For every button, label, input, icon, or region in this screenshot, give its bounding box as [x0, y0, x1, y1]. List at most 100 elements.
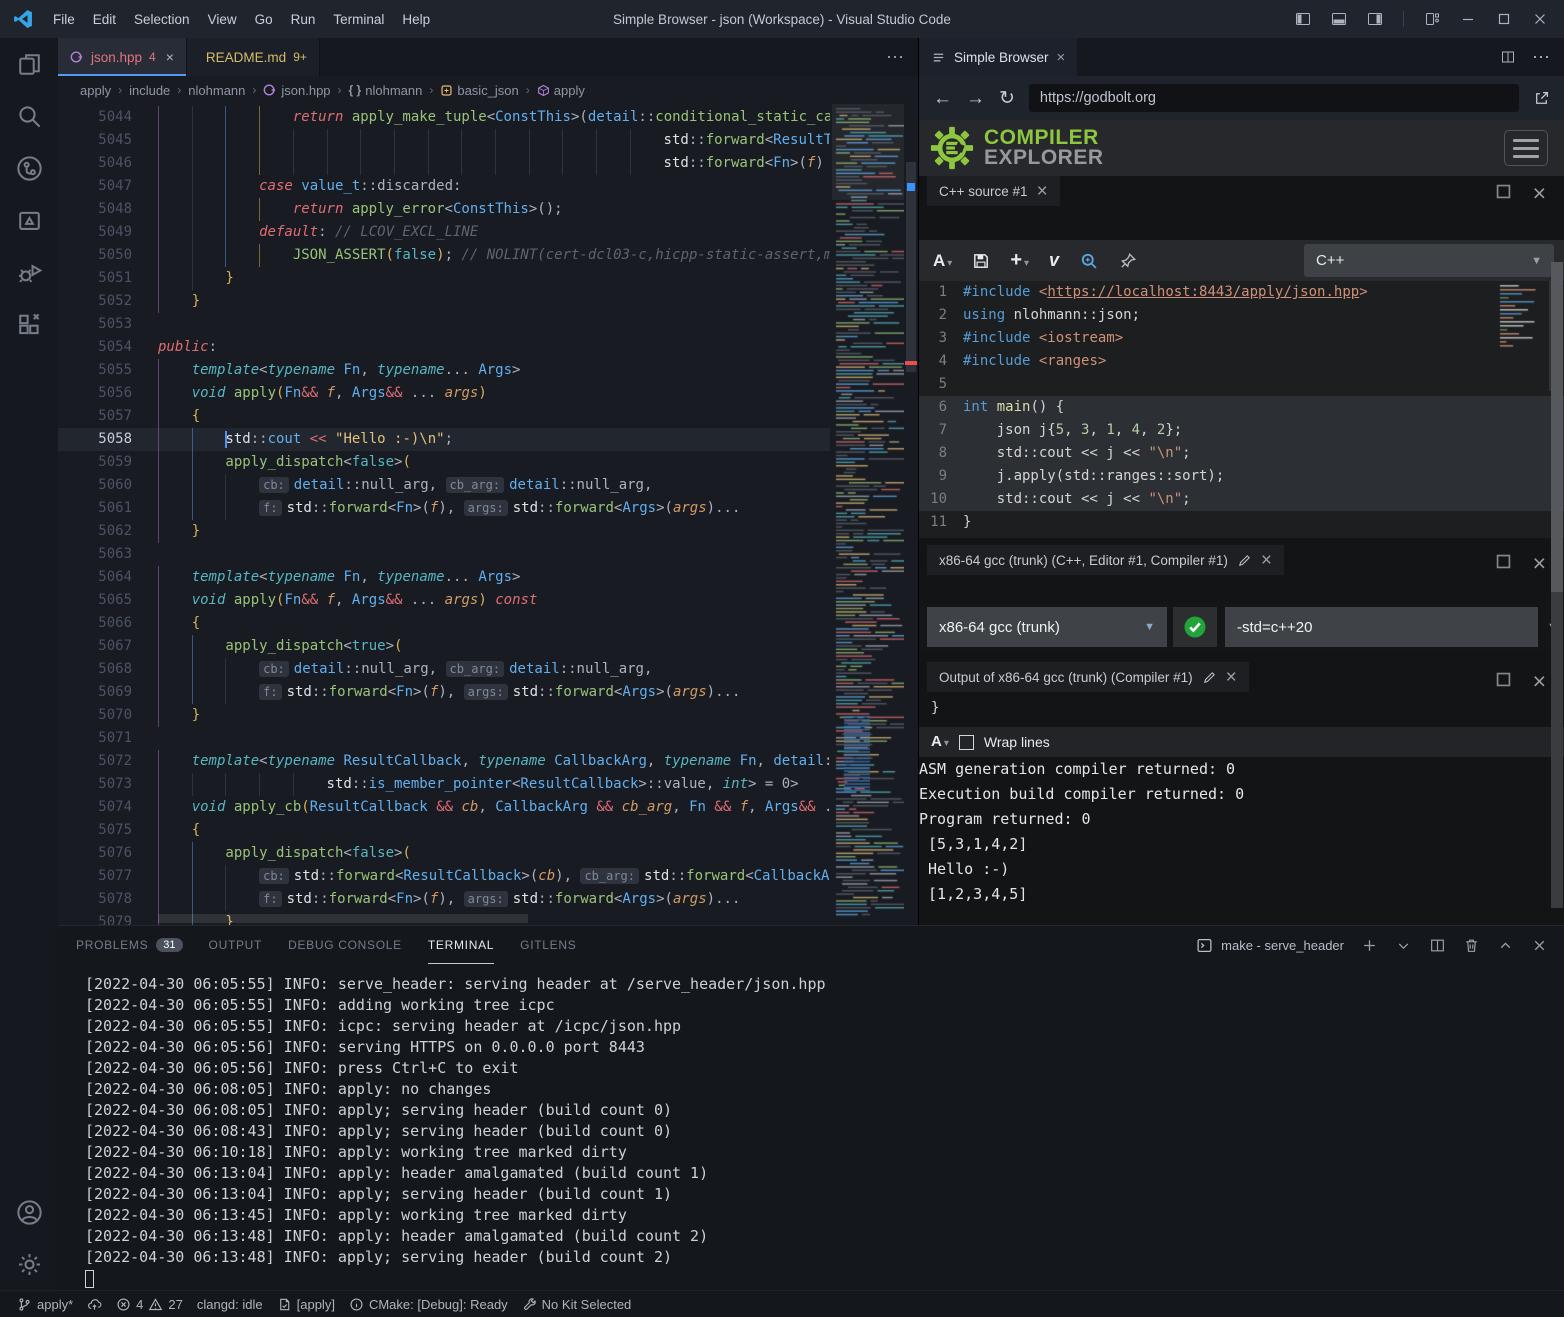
- close-icon[interactable]: ×: [1261, 551, 1272, 570]
- split-terminal-icon[interactable]: [1429, 937, 1446, 954]
- url-input[interactable]: https://godbolt.org: [1029, 84, 1519, 112]
- vim-toggle-icon[interactable]: v: [1049, 250, 1059, 271]
- close-pane-icon[interactable]: ×: [1533, 670, 1546, 693]
- problems-status[interactable]: 427: [109, 1291, 190, 1317]
- tab-README.md[interactable]: README.md9+: [187, 38, 320, 76]
- menu-edit[interactable]: Edit: [84, 8, 125, 31]
- back-icon[interactable]: ←: [933, 89, 952, 108]
- wrap-lines-checkbox[interactable]: [959, 735, 974, 750]
- edit-icon[interactable]: [1237, 553, 1252, 568]
- panel-tab-debug-console[interactable]: DEBUG CONSOLE: [288, 926, 402, 964]
- close-pane-icon[interactable]: ×: [1533, 552, 1546, 575]
- close-icon[interactable]: ×: [1057, 50, 1066, 65]
- menu-go[interactable]: Go: [246, 8, 282, 31]
- tab-json.hpp[interactable]: json.hpp4×: [58, 38, 187, 76]
- cmake-project[interactable]: [apply]: [270, 1291, 342, 1317]
- compiler-pane-tab[interactable]: x86-64 gcc (trunk) (C++, Editor #1, Comp…: [927, 545, 1284, 575]
- sync-status[interactable]: [80, 1291, 109, 1317]
- compiler-options-input[interactable]: -std=c++20: [1225, 607, 1538, 647]
- editor-scrollbar[interactable]: [904, 104, 918, 925]
- breadcrumb-include[interactable]: include: [129, 83, 170, 98]
- reload-icon[interactable]: ↻: [999, 89, 1015, 108]
- compiler-select[interactable]: x86-64 gcc (trunk) ▼: [927, 607, 1167, 647]
- panel-tab-gitlens[interactable]: GITLENS: [520, 926, 576, 964]
- tab-simple-browser[interactable]: Simple Browser ×: [919, 38, 1077, 76]
- split-editor-icon[interactable]: [1500, 49, 1516, 65]
- code-editor[interactable]: 5044return apply_make_tuple<ConstThis>(d…: [58, 104, 918, 925]
- menu-view[interactable]: View: [199, 8, 246, 31]
- menu-selection[interactable]: Selection: [125, 8, 199, 31]
- activity-account[interactable]: [0, 1186, 58, 1238]
- breadcrumb-nlohmann[interactable]: { }nlohmann: [349, 83, 423, 98]
- activity-search[interactable]: [0, 90, 58, 142]
- panel-tab-terminal[interactable]: TERMINAL: [428, 926, 494, 964]
- panel-tab-output[interactable]: OUTPUT: [209, 926, 263, 964]
- breadcrumb-nlohmann[interactable]: nlohmann: [188, 83, 245, 98]
- customize-layout-icon[interactable]: [1424, 11, 1440, 27]
- more-actions-icon[interactable]: ⋯: [1532, 47, 1550, 68]
- new-terminal-icon[interactable]: [1361, 937, 1378, 954]
- compiler-explorer-logo[interactable]: COMPILER EXPLORER: [919, 125, 1104, 171]
- tab-label: Simple Browser: [954, 50, 1049, 65]
- panel-tab-problems[interactable]: PROBLEMS31: [76, 926, 183, 964]
- output-pane-tab[interactable]: Output of x86-64 gcc (trunk) (Compiler #…: [927, 662, 1249, 692]
- font-size-button[interactable]: A▾: [931, 733, 949, 751]
- terminal-output[interactable]: [2022-04-30 06:05:55] INFO: serve_header…: [58, 964, 1564, 1290]
- compiler-pane-title: x86-64 gcc (trunk) (C++, Editor #1, Comp…: [939, 553, 1228, 568]
- menu-run[interactable]: Run: [282, 8, 325, 31]
- maximize-pane-icon[interactable]: [1494, 670, 1513, 689]
- minimize-icon[interactable]: [1460, 11, 1476, 27]
- activity-extensions[interactable]: [0, 298, 58, 350]
- font-size-button[interactable]: A▾: [933, 251, 952, 271]
- breadcrumb-json.hpp[interactable]: json.hpp: [263, 83, 330, 98]
- activity-cmake[interactable]: [0, 194, 58, 246]
- editor-code[interactable]: 5044return apply_make_tuple<ConstThis>(d…: [58, 106, 830, 925]
- trash-icon[interactable]: [1463, 937, 1480, 954]
- webview-scrollbar[interactable]: [1551, 262, 1563, 908]
- menu-file[interactable]: File: [44, 8, 84, 31]
- close-icon[interactable]: ×: [1226, 668, 1237, 687]
- activity-source-control[interactable]: [0, 142, 58, 194]
- breadcrumb-apply[interactable]: apply: [537, 83, 585, 98]
- close-icon[interactable]: ×: [1037, 182, 1048, 201]
- maximize-panel-icon[interactable]: [1497, 937, 1514, 954]
- forward-icon[interactable]: →: [966, 89, 985, 108]
- close-panel-icon[interactable]: [1531, 937, 1548, 954]
- maximize-icon[interactable]: [1496, 11, 1512, 27]
- terminal-select[interactable]: make - serve_header: [1196, 937, 1344, 954]
- edit-icon[interactable]: [1202, 670, 1217, 685]
- language-select[interactable]: C++ ▼: [1304, 244, 1554, 277]
- menu-help[interactable]: Help: [393, 8, 439, 31]
- add-button[interactable]: +▾: [1010, 249, 1029, 272]
- chevron-down-icon[interactable]: [1395, 937, 1412, 954]
- maximize-pane-icon[interactable]: [1494, 182, 1513, 201]
- breadcrumb-basic_json[interactable]: basic_json: [440, 83, 518, 98]
- pin-icon[interactable]: [1119, 252, 1137, 270]
- maximize-pane-icon[interactable]: [1494, 552, 1513, 571]
- hamburger-menu-icon[interactable]: [1504, 130, 1548, 166]
- close-window-icon[interactable]: [1532, 11, 1548, 27]
- activity-settings[interactable]: [0, 1238, 58, 1290]
- godbolt-source-editor[interactable]: 1#include <https://localhost:8443/apply/…: [919, 281, 1564, 538]
- toggle-secondary-sidebar-icon[interactable]: [1367, 11, 1383, 27]
- clangd-status[interactable]: clangd: idle: [190, 1291, 270, 1317]
- git-branch-status[interactable]: apply*: [10, 1291, 80, 1317]
- activity-run-debug[interactable]: [0, 246, 58, 298]
- source-pane-tab[interactable]: C++ source #1 ×: [927, 176, 1060, 206]
- editor-actions-more[interactable]: ⋯: [872, 38, 918, 76]
- menu-terminal[interactable]: Terminal: [324, 8, 393, 31]
- close-pane-icon[interactable]: ×: [1533, 182, 1546, 205]
- breadcrumb-apply[interactable]: apply: [80, 83, 111, 98]
- toggle-sidebar-icon[interactable]: [1295, 11, 1311, 27]
- minimap[interactable]: [832, 104, 904, 925]
- kit-select[interactable]: No Kit Selected: [515, 1291, 639, 1317]
- open-external-icon[interactable]: [1533, 90, 1550, 107]
- cmake-variant[interactable]: CMake: [Debug]: Ready: [342, 1291, 515, 1317]
- editor-hscrollbar[interactable]: [158, 914, 528, 923]
- terminal-line: [2022-04-30 06:10:18] INFO: apply: worki…: [85, 1142, 1564, 1163]
- activity-explorer[interactable]: [0, 38, 58, 90]
- close-tab-icon[interactable]: ×: [166, 49, 174, 65]
- zoom-icon[interactable]: [1079, 251, 1099, 271]
- toggle-panel-icon[interactable]: [1331, 11, 1347, 27]
- save-icon[interactable]: [972, 252, 990, 270]
